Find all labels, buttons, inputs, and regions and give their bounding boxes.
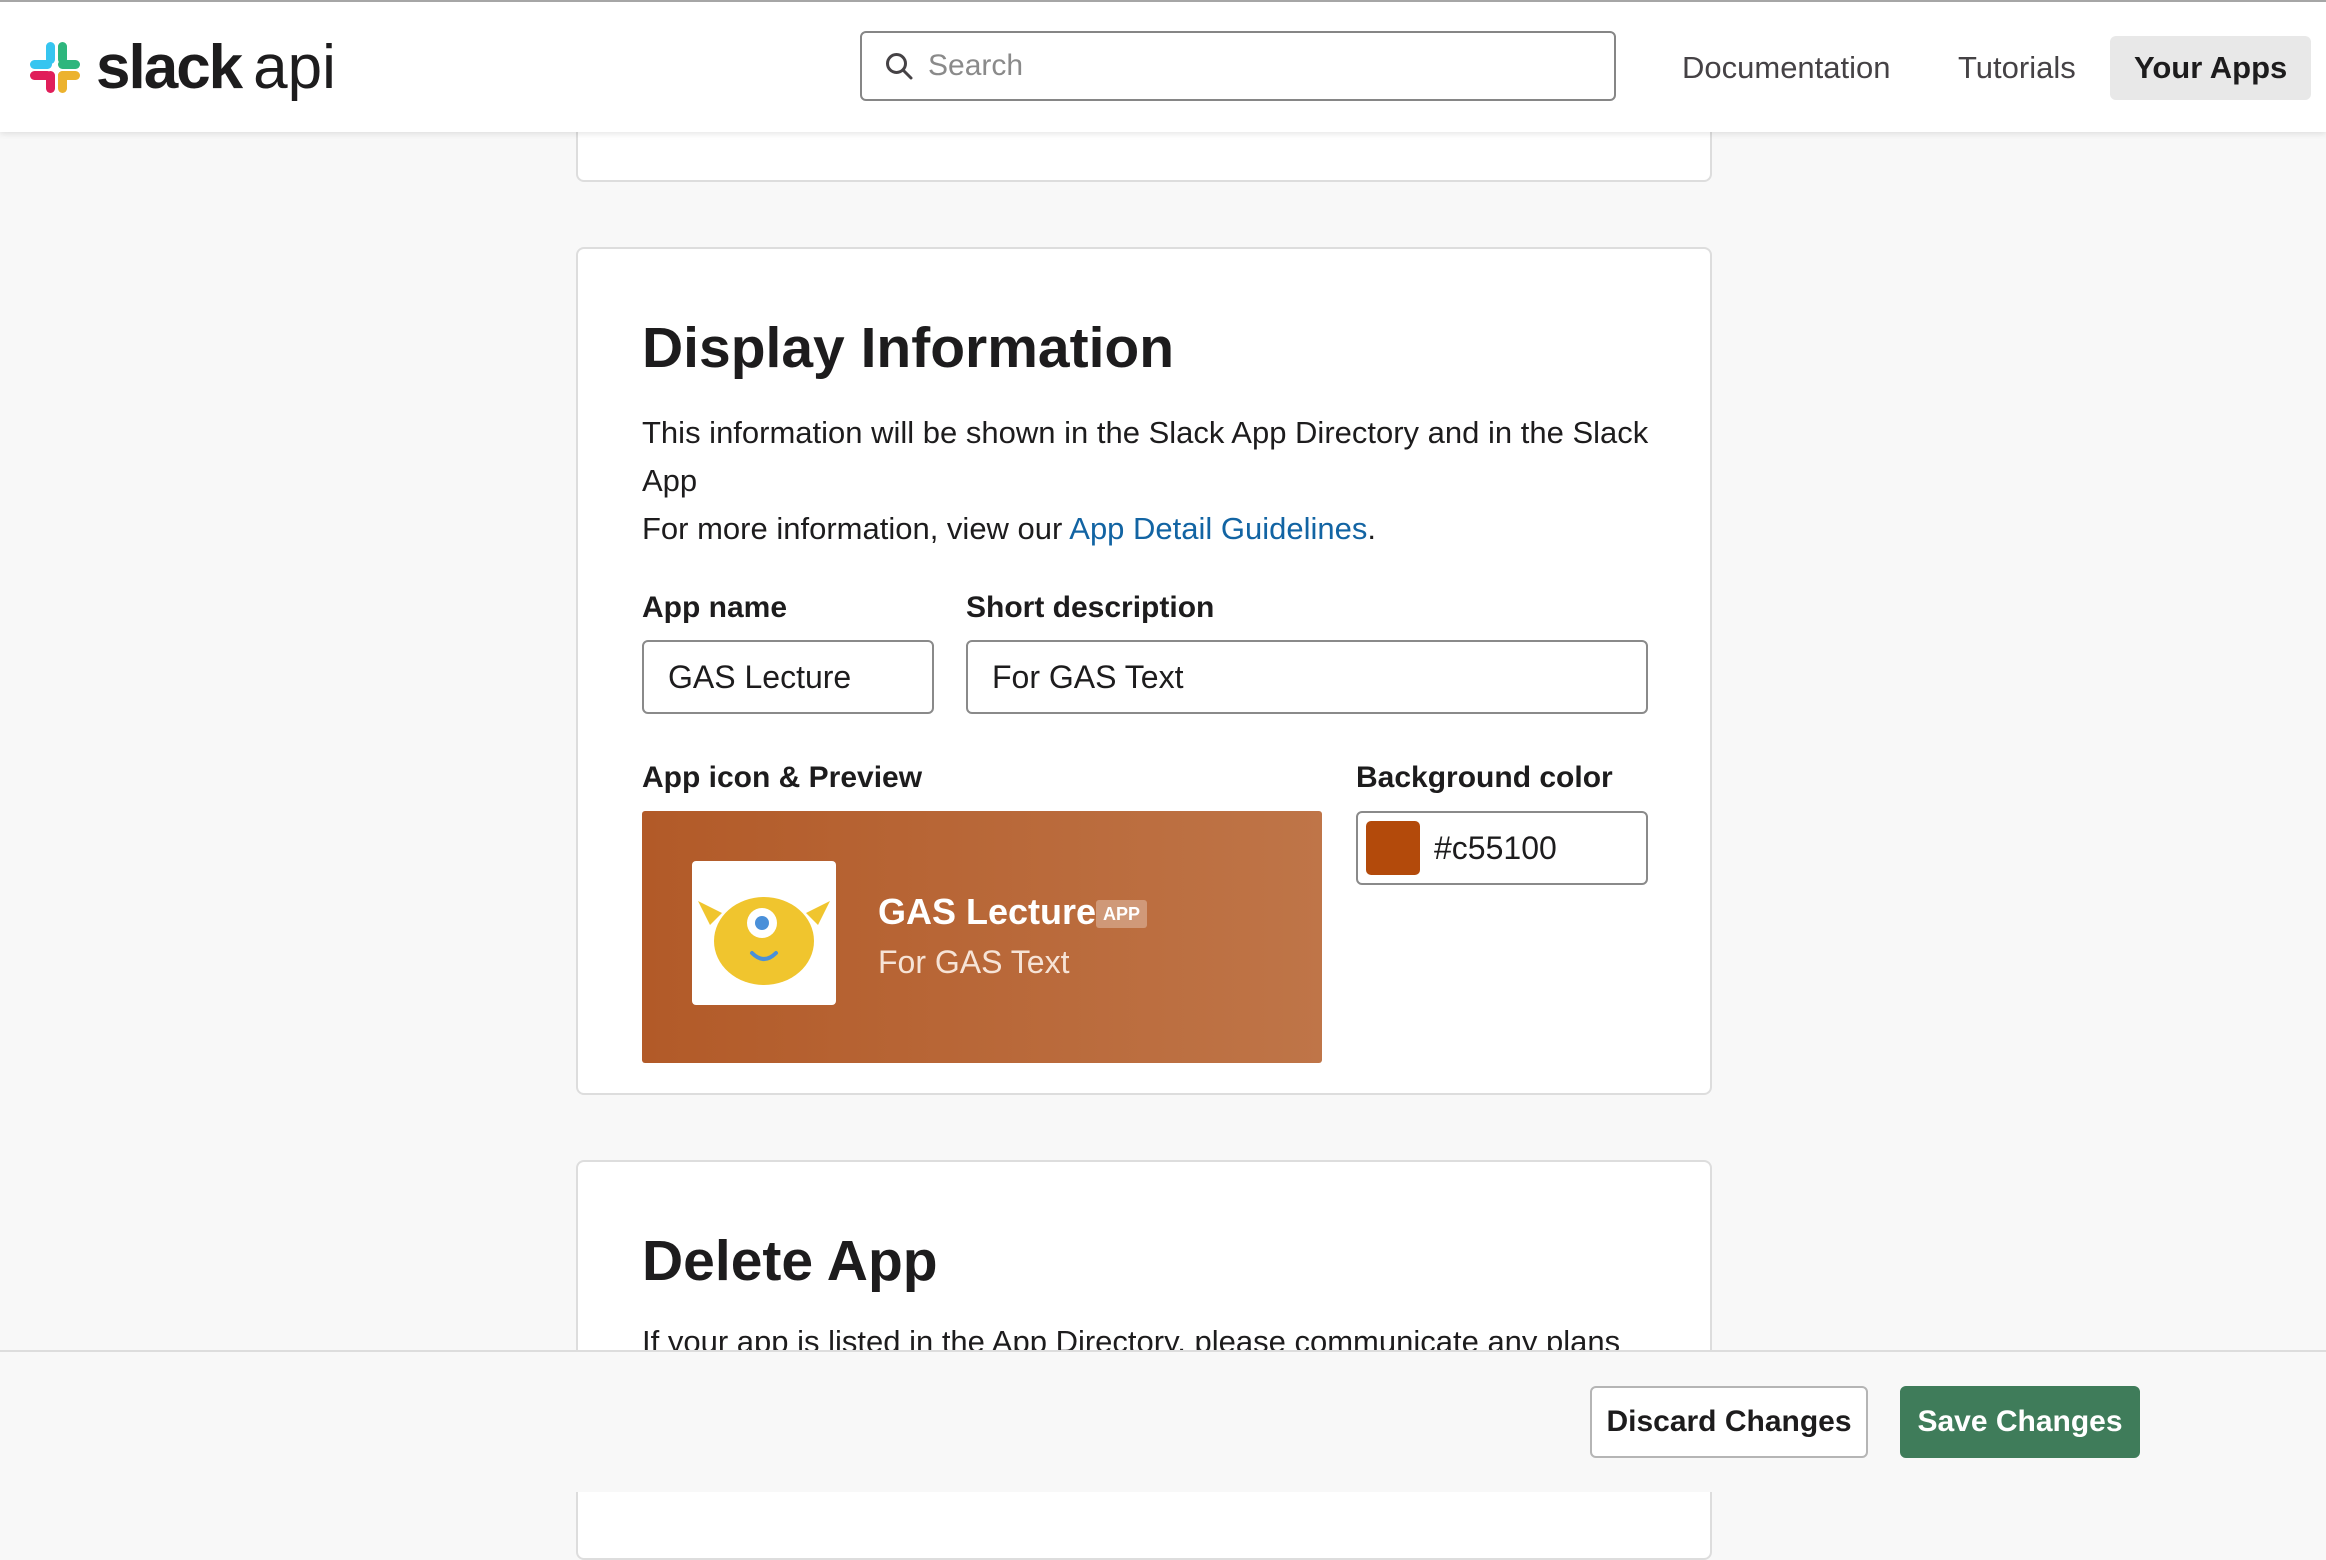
- app-icon-upload[interactable]: [692, 861, 836, 1005]
- short-description-input[interactable]: [966, 640, 1648, 714]
- preview-app-description: For GAS Text: [878, 944, 1070, 980]
- app-preview-banner: GAS Lecture APP For GAS Text: [642, 811, 1322, 1063]
- description-line: This information will be shown in the Sl…: [642, 415, 1649, 498]
- background-color-input[interactable]: [1432, 828, 1626, 868]
- app-name-label: App name: [642, 591, 788, 624]
- background-color-field[interactable]: [1356, 811, 1648, 885]
- background-color-label: Background color: [1356, 761, 1613, 794]
- app-name-input[interactable]: [642, 640, 934, 714]
- save-changes-bar: Discard Changes Save Changes: [0, 1350, 2326, 1492]
- description-more-info: For more information, view our App Detai…: [642, 505, 1652, 553]
- nav-tutorials[interactable]: Tutorials: [1934, 36, 2100, 100]
- yellow-monster-icon: [698, 897, 830, 985]
- slack-api-logo[interactable]: slack api: [26, 32, 336, 102]
- nav-documentation[interactable]: Documentation: [1658, 36, 1915, 100]
- section-title-display-information: Display Information: [642, 316, 1175, 380]
- short-description-label: Short description: [966, 591, 1215, 624]
- search-input[interactable]: [926, 48, 1590, 84]
- app-icon-preview-label: App icon & Preview: [642, 761, 923, 794]
- discard-changes-button[interactable]: Discard Changes: [1590, 1386, 1868, 1458]
- app-detail-guidelines-link[interactable]: App Detail Guidelines: [1069, 511, 1367, 546]
- display-information-description: This information will be shown in the Sl…: [642, 409, 1652, 553]
- more-info-suffix: .: [1367, 511, 1377, 546]
- top-navigation-bar: slack api Documentation Tutorials Your A…: [0, 0, 2326, 132]
- search-box[interactable]: [860, 31, 1616, 101]
- save-changes-button[interactable]: Save Changes: [1900, 1386, 2140, 1458]
- search-icon: [886, 53, 913, 80]
- logo-text-slack: slack: [96, 32, 243, 102]
- preview-app-name: GAS Lecture: [878, 891, 1097, 932]
- more-info-prefix: For more information, view our: [642, 511, 1070, 546]
- section-title-delete-app: Delete App: [642, 1229, 938, 1293]
- display-information-card: Display Information This information wil…: [576, 247, 1712, 1095]
- app-badge: APP: [1096, 900, 1148, 928]
- logo-text-api: api: [253, 32, 336, 102]
- slack-logo-icon: [30, 42, 80, 93]
- nav-your-apps[interactable]: Your Apps: [2110, 36, 2312, 100]
- color-swatch[interactable]: [1366, 821, 1420, 875]
